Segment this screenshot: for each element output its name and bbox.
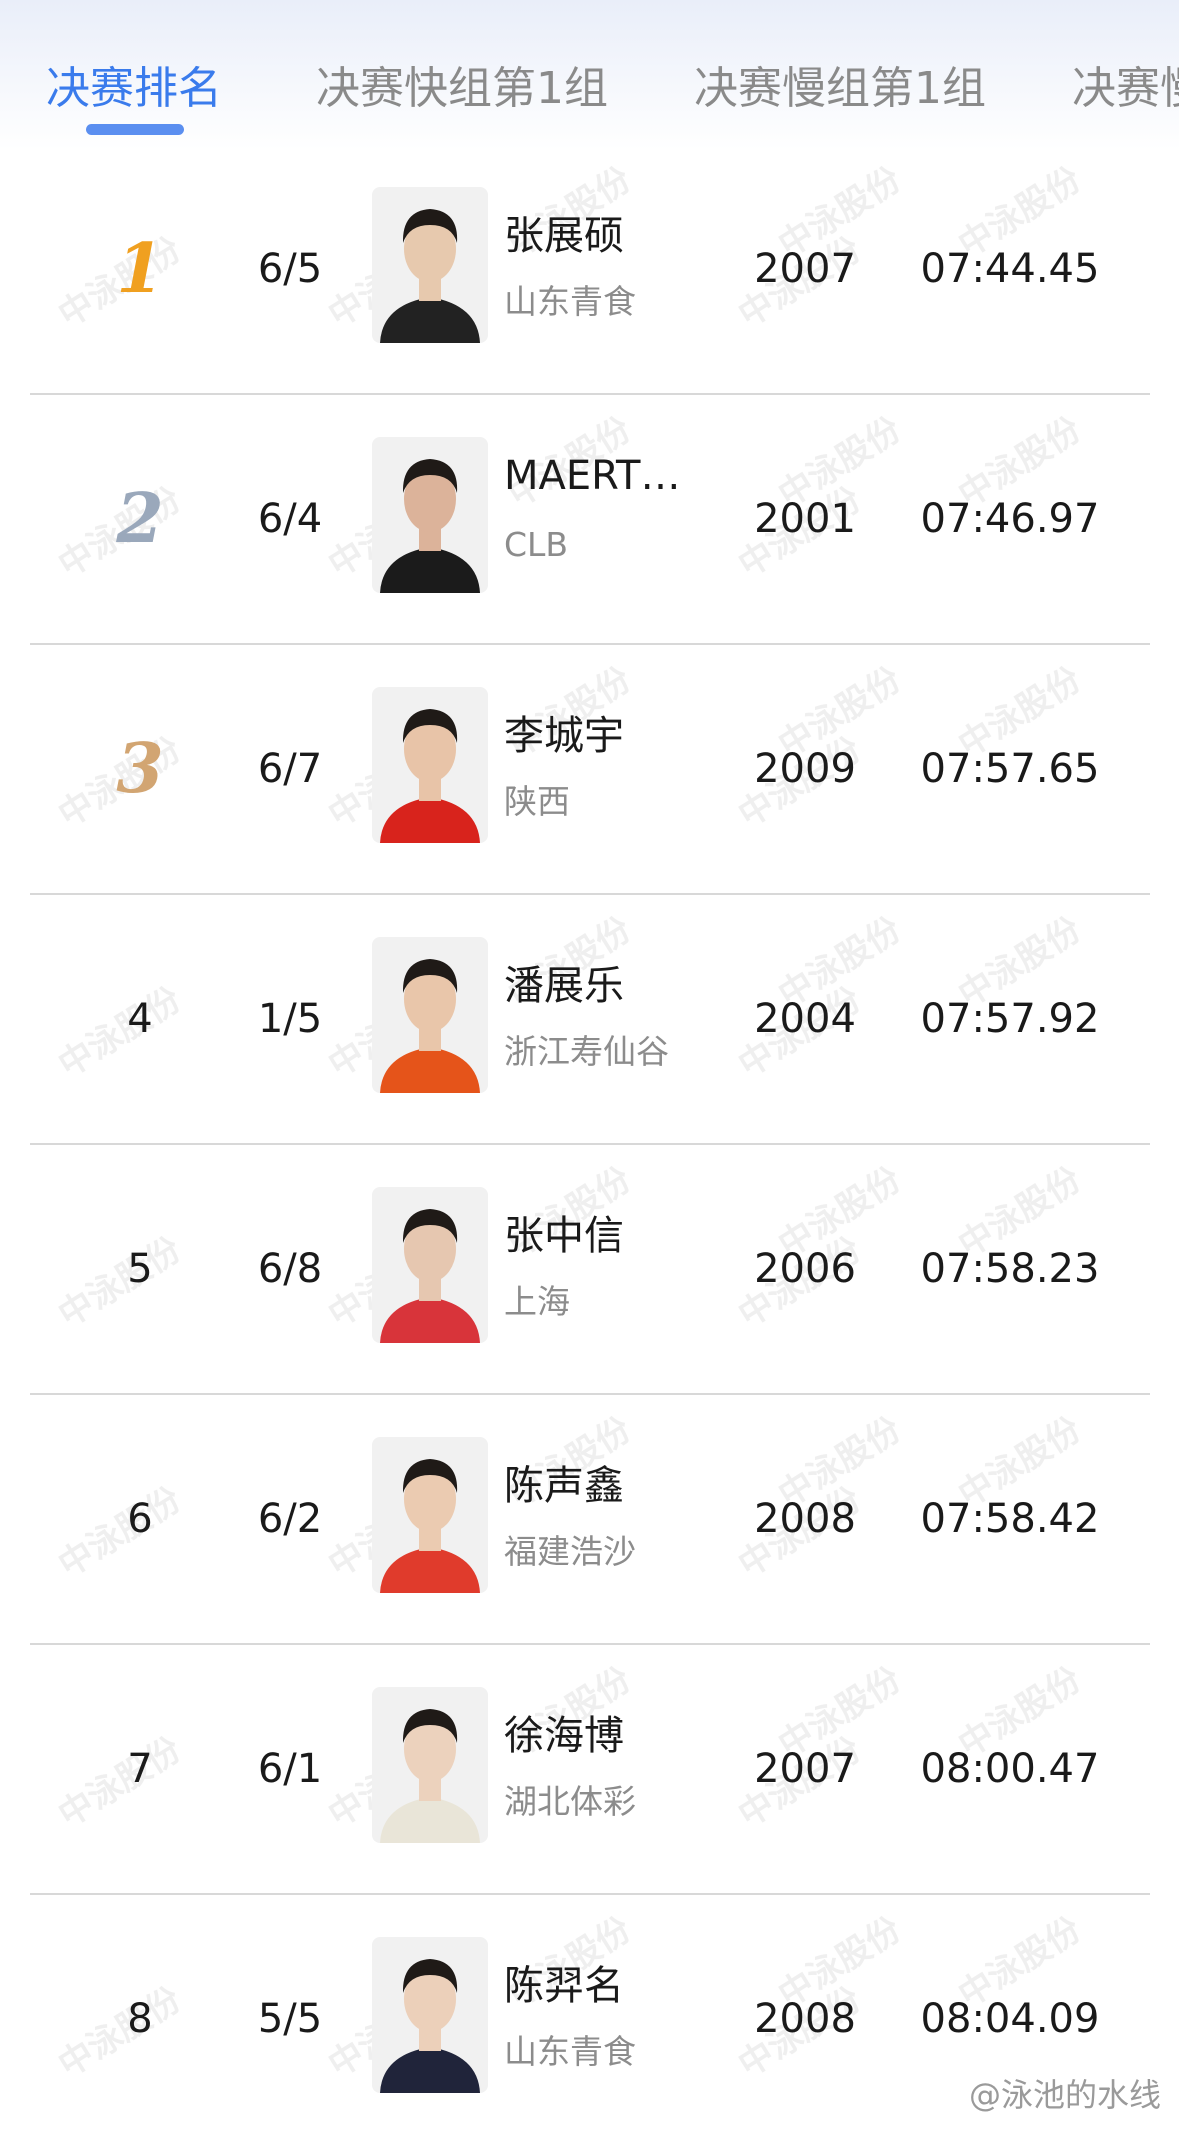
lane-text: 6/4 <box>257 496 323 542</box>
athlete-team: 山东青食 <box>504 282 636 321</box>
lane-text: 6/1 <box>257 1746 323 1792</box>
athlete-photo[interactable] <box>372 1437 488 1593</box>
birth-year: 2006 <box>754 1246 856 1292</box>
athlete-team: 陕西 <box>504 782 570 821</box>
rank-number: 7 <box>127 1746 153 1792</box>
result-row[interactable]: 中泳股份中泳股份中泳股份中泳股份中泳股份中泳股份66/2陈声鑫福建浩沙20080… <box>30 1395 1150 1645</box>
rank-cell: 4 <box>90 895 190 1143</box>
lane-text: 6/8 <box>257 1246 323 1292</box>
athlete-name[interactable]: MAERT… <box>504 453 680 499</box>
rank-cell: 2 <box>90 395 190 643</box>
athlete-photo[interactable] <box>372 187 488 343</box>
result-row[interactable]: 中泳股份中泳股份中泳股份中泳股份中泳股份中泳股份41/5潘展乐浙江寿仙谷2004… <box>30 895 1150 1145</box>
athlete-name[interactable]: 张中信 <box>504 1203 624 1261</box>
result-row[interactable]: 中泳股份中泳股份中泳股份中泳股份中泳股份中泳股份16/5张展硕山东青食20070… <box>30 145 1150 395</box>
athlete-photo[interactable] <box>372 937 488 1093</box>
bronze-medal-icon: 3 <box>116 729 164 809</box>
athlete-name[interactable]: 陈羿名 <box>504 1953 624 2011</box>
rank-cell: 3 <box>90 645 190 893</box>
result-row[interactable]: 中泳股份中泳股份中泳股份中泳股份中泳股份中泳股份76/1徐海博湖北体彩20070… <box>30 1645 1150 1895</box>
athlete-photo[interactable] <box>372 437 488 593</box>
rank-number: 8 <box>127 1996 153 2042</box>
birth-year: 2004 <box>754 996 856 1042</box>
rank-cell: 6 <box>90 1395 190 1643</box>
rank-number: 6 <box>127 1496 153 1542</box>
lane-text: 6/5 <box>257 246 323 292</box>
athlete-team: 湖北体彩 <box>504 1782 636 1821</box>
tab-bar: 决赛排名 决赛快组第1组 决赛慢组第1组 决赛慢 <box>0 0 1179 150</box>
finish-time: 07:57.65 <box>920 746 1100 792</box>
athlete-team: 福建浩沙 <box>504 1532 636 1571</box>
athlete-name[interactable]: 张展硕 <box>504 203 624 261</box>
rank-cell: 1 <box>90 145 190 393</box>
athlete-team: 上海 <box>504 1282 570 1321</box>
gold-medal-icon: 1 <box>116 229 164 309</box>
birth-year: 2009 <box>754 746 856 792</box>
footer-watermark: @泳池的水线 <box>968 2076 1161 2114</box>
tab-final-ranking[interactable]: 决赛排名 <box>46 52 222 116</box>
lane-text: 6/7 <box>257 746 323 792</box>
result-row[interactable]: 中泳股份中泳股份中泳股份中泳股份中泳股份中泳股份56/8张中信上海200607:… <box>30 1145 1150 1395</box>
athlete-name[interactable]: 徐海博 <box>504 1703 624 1761</box>
finish-time: 07:46.97 <box>920 496 1100 542</box>
athlete-team: CLB <box>504 525 569 564</box>
tab-final-slow-group-1[interactable]: 决赛慢组第1组 <box>694 52 986 116</box>
rank-number: 5 <box>127 1246 153 1292</box>
athlete-team: 山东青食 <box>504 2032 636 2071</box>
finish-time: 07:58.42 <box>920 1496 1100 1542</box>
athlete-photo[interactable] <box>372 1687 488 1843</box>
birth-year: 2008 <box>754 1996 856 2042</box>
lane-text: 1/5 <box>257 996 323 1042</box>
lane-text: 6/2 <box>257 1496 323 1542</box>
birth-year: 2007 <box>754 1746 856 1792</box>
finish-time: 08:00.47 <box>920 1746 1100 1792</box>
silver-medal-icon: 2 <box>116 479 164 559</box>
birth-year: 2001 <box>754 496 856 542</box>
athlete-photo[interactable] <box>372 687 488 843</box>
finish-time: 07:58.23 <box>920 1246 1100 1292</box>
finish-time: 07:44.45 <box>920 246 1100 292</box>
active-tab-indicator <box>86 124 184 135</box>
result-row[interactable]: 中泳股份中泳股份中泳股份中泳股份中泳股份中泳股份26/4MAERT…CLB200… <box>30 395 1150 645</box>
lane-text: 5/5 <box>257 1996 323 2042</box>
tab-final-fast-group-1[interactable]: 决赛快组第1组 <box>316 52 608 116</box>
rank-number: 4 <box>127 996 153 1042</box>
birth-year: 2008 <box>754 1496 856 1542</box>
athlete-name[interactable]: 李城宇 <box>504 703 624 761</box>
result-row[interactable]: 中泳股份中泳股份中泳股份中泳股份中泳股份中泳股份36/7李城宇陕西200907:… <box>30 645 1150 895</box>
athlete-photo[interactable] <box>372 1937 488 2093</box>
finish-time: 07:57.92 <box>920 996 1100 1042</box>
athlete-team: 浙江寿仙谷 <box>504 1032 669 1071</box>
rank-cell: 8 <box>90 1895 190 2143</box>
rank-cell: 5 <box>90 1145 190 1393</box>
rank-cell: 7 <box>90 1645 190 1893</box>
birth-year: 2007 <box>754 246 856 292</box>
athlete-photo[interactable] <box>372 1187 488 1343</box>
tab-final-slow-truncated[interactable]: 决赛慢 <box>1072 52 1179 116</box>
athlete-name[interactable]: 潘展乐 <box>504 953 624 1011</box>
athlete-name[interactable]: 陈声鑫 <box>504 1453 624 1511</box>
